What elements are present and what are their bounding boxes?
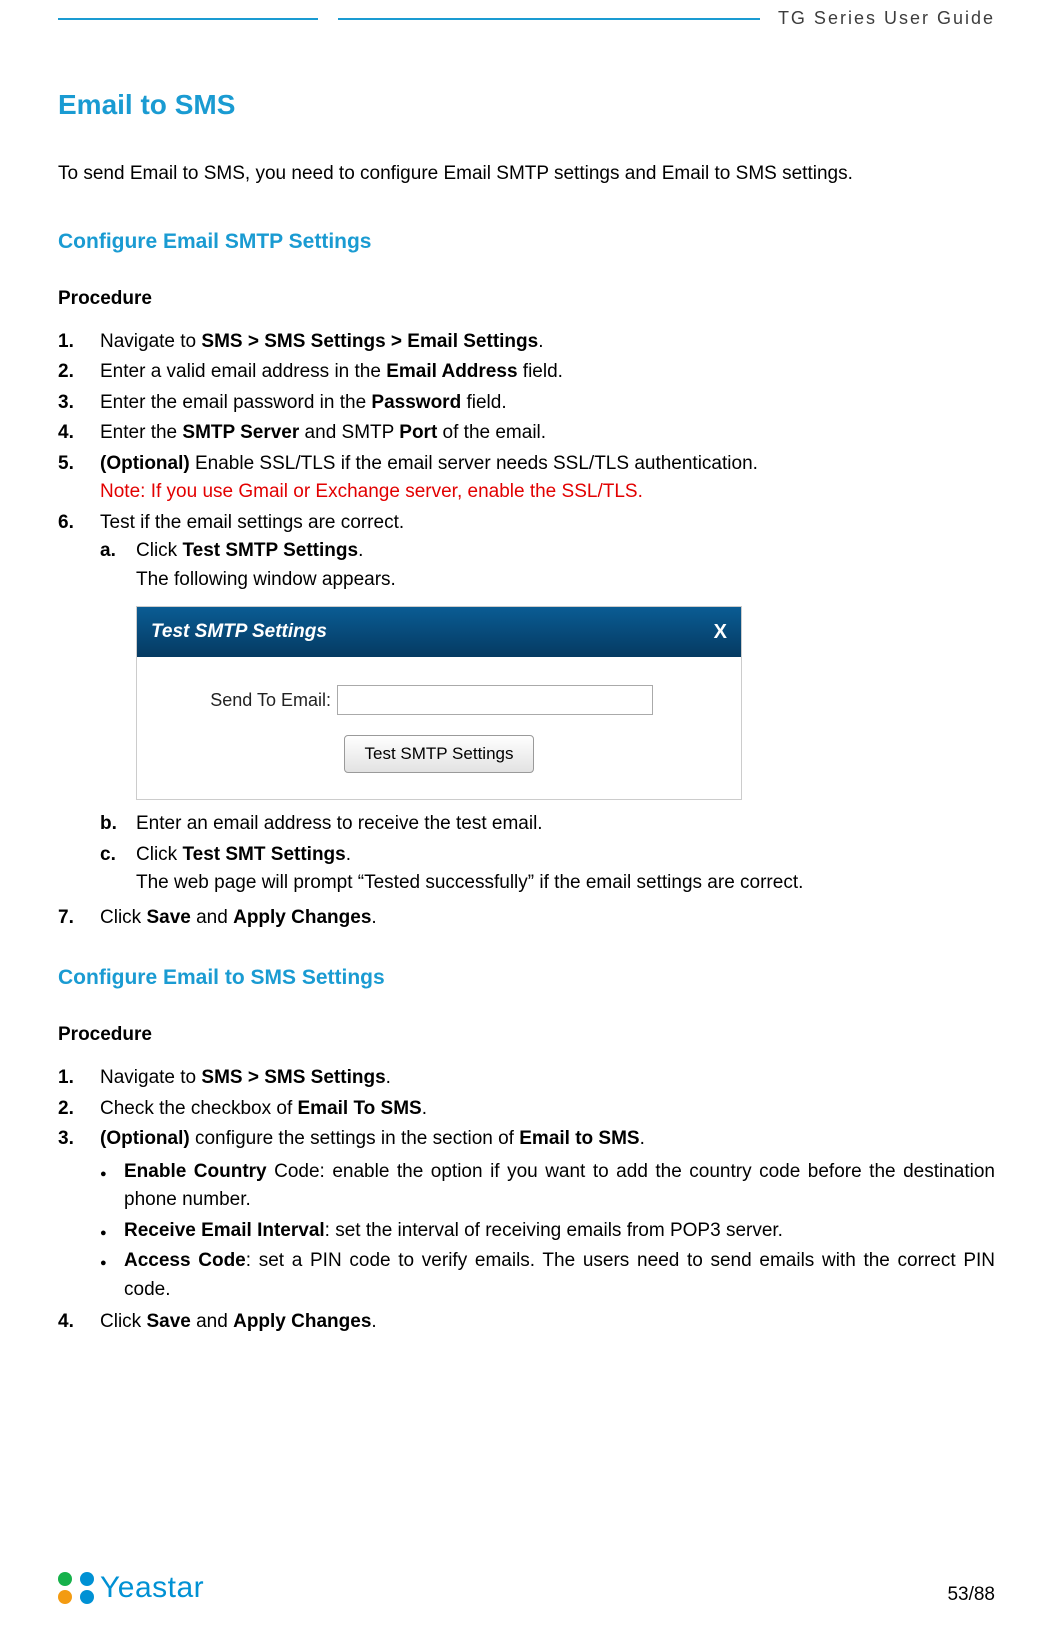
e2s-step-4: Click Save and Apply Changes.	[58, 1308, 995, 1337]
send-to-label: Send To Email:	[157, 687, 337, 714]
step-6: Test if the email settings are correct. …	[58, 509, 995, 898]
step-6c: Click Test SMT Settings. The web page wi…	[100, 841, 995, 898]
dialog-title: Test SMTP Settings	[151, 618, 327, 647]
step-1: Navigate to SMS > SMS Settings > Email S…	[58, 328, 995, 357]
step-6b: Enter an email address to receive the te…	[100, 810, 995, 839]
step-6c-note: The web page will prompt “Tested success…	[136, 869, 995, 898]
page-header: TG Series User Guide	[58, 0, 995, 29]
section-email2sms-title: Configure Email to SMS Settings	[58, 966, 995, 990]
brand-logo: Yeastar	[58, 1570, 204, 1606]
page-number: 53/88	[947, 1584, 995, 1606]
e2s-step-2: Check the checkbox of Email To SMS.	[58, 1095, 995, 1124]
doc-title: TG Series User Guide	[760, 8, 995, 29]
step-2: Enter a valid email address in the Email…	[58, 358, 995, 387]
section-smtp-title: Configure Email SMTP Settings	[58, 230, 995, 254]
logo-icon	[58, 1570, 94, 1606]
bullet-receive-interval: Receive Email Interval: set the interval…	[58, 1217, 995, 1246]
email2sms-steps: Navigate to SMS > SMS Settings. Check th…	[58, 1064, 995, 1154]
bullet-access-code: Access Code: set a PIN code to verify em…	[58, 1247, 995, 1304]
test-smtp-button[interactable]: Test SMTP Settings	[344, 735, 535, 773]
step-7: Click Save and Apply Changes.	[58, 904, 995, 933]
ssl-note: Note: If you use Gmail or Exchange serve…	[58, 478, 995, 507]
smtp-steps: Navigate to SMS > SMS Settings > Email S…	[58, 328, 995, 479]
step-4: Enter the SMTP Server and SMTP Port of t…	[58, 419, 995, 448]
step-6a: Click Test SMTP Settings. The following …	[100, 537, 995, 800]
page-title: Email to SMS	[58, 89, 995, 121]
step-6a-note: The following window appears.	[136, 566, 995, 595]
header-rule-mid	[338, 18, 760, 20]
header-rule-left	[58, 18, 318, 20]
close-icon[interactable]: X	[714, 617, 727, 647]
smtp-steps-cont: Test if the email settings are correct. …	[58, 509, 995, 933]
e2s-step-3: (Optional) configure the settings in the…	[58, 1125, 995, 1154]
step-3: Enter the email password in the Password…	[58, 389, 995, 418]
intro-paragraph: To send Email to SMS, you need to config…	[58, 161, 995, 188]
logo-text: Yeastar	[100, 1571, 204, 1605]
procedure-label: Procedure	[58, 288, 995, 310]
e2s-bullets: Enable Country Code: enable the option i…	[58, 1158, 995, 1305]
email2sms-steps-cont: Click Save and Apply Changes.	[58, 1308, 995, 1337]
bullet-enable-country: Enable Country Code: enable the option i…	[58, 1158, 995, 1215]
test-smtp-dialog: Test SMTP Settings X Send To Email: Test…	[136, 606, 742, 800]
send-to-email-input[interactable]	[337, 685, 653, 715]
dialog-body: Send To Email: Test SMTP Settings	[137, 657, 741, 799]
e2s-step-1: Navigate to SMS > SMS Settings.	[58, 1064, 995, 1093]
procedure-label-2: Procedure	[58, 1024, 995, 1046]
page-footer: Yeastar 53/88	[58, 1570, 995, 1606]
dialog-titlebar: Test SMTP Settings X	[137, 607, 741, 657]
step-5: (Optional) Enable SSL/TLS if the email s…	[58, 450, 995, 479]
step-6-sub: Click Test SMTP Settings. The following …	[100, 537, 995, 898]
